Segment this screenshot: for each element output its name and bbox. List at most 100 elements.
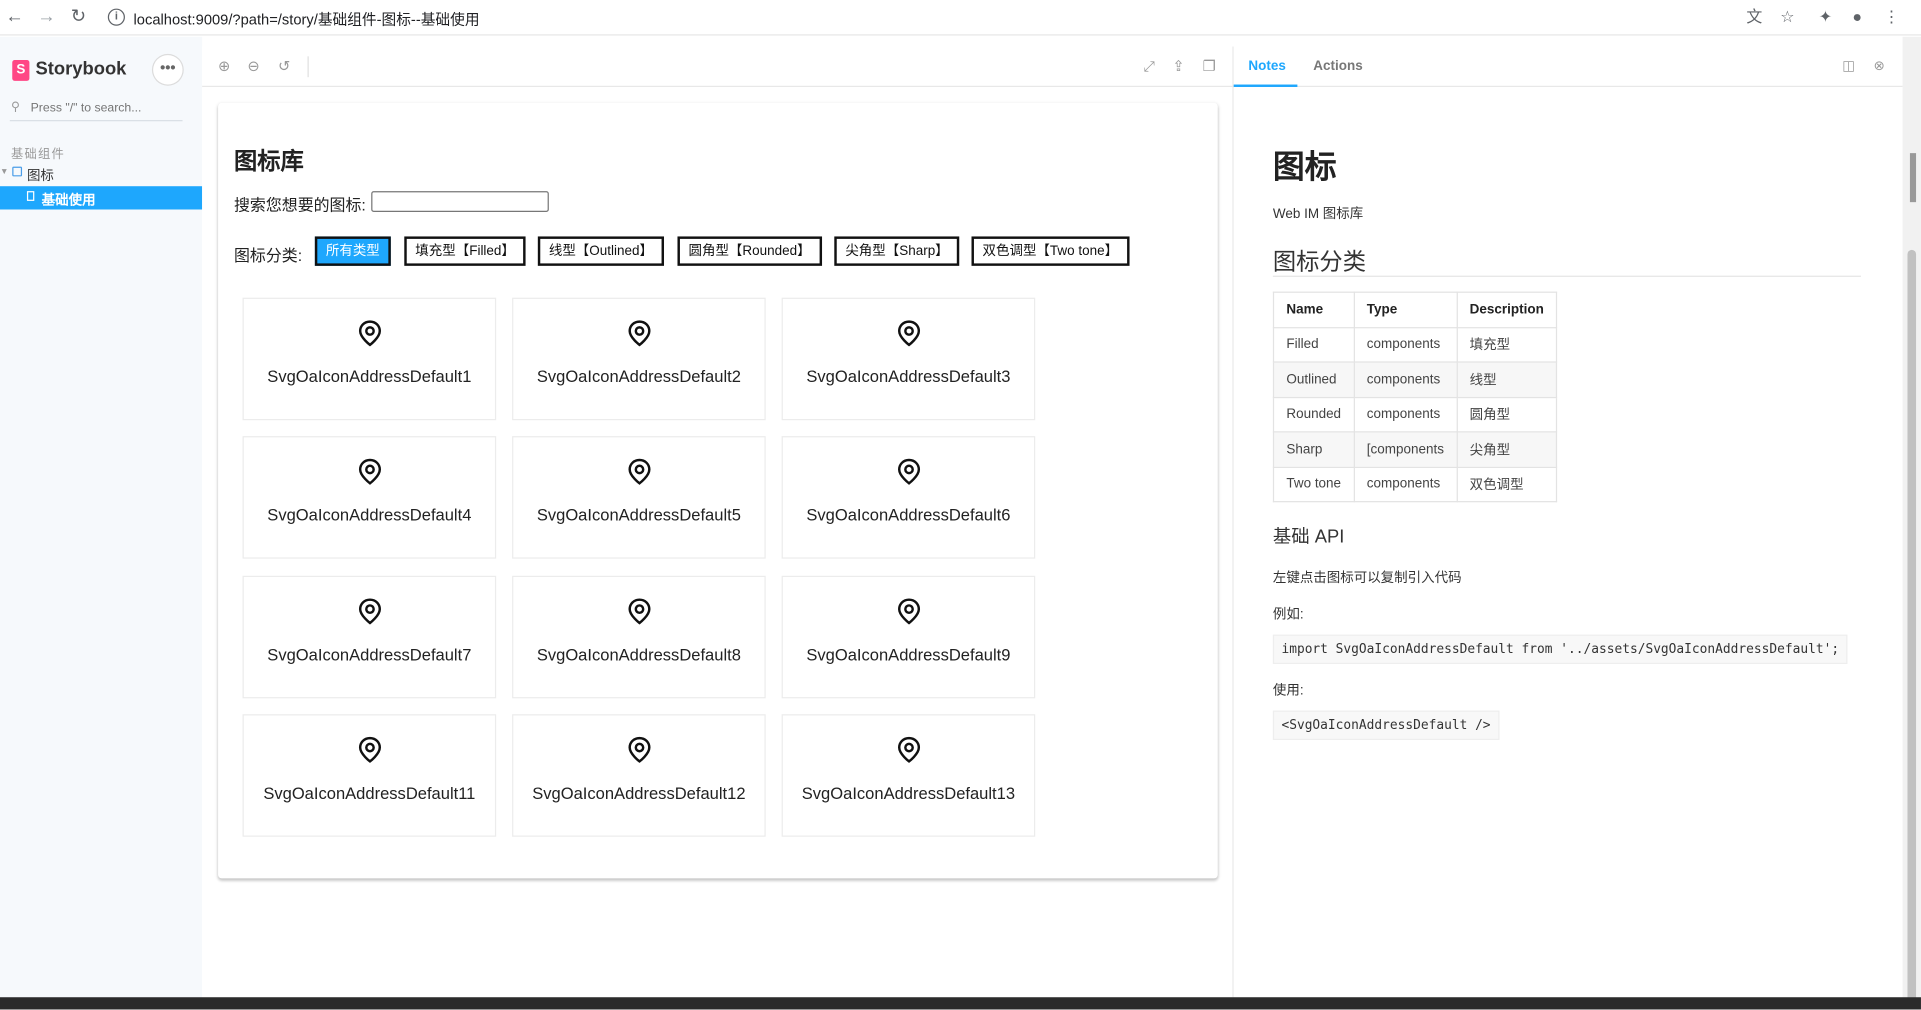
panel-layout-icon[interactable]: ◫ xyxy=(1840,58,1857,75)
sidebar-item-basic-usage[interactable]: 基础使用 xyxy=(0,186,203,210)
share-icon[interactable]: ⇪ xyxy=(1170,58,1187,75)
app-root: ← → ↻ i localhost:9009/?path=/story/基础组件… xyxy=(0,0,1921,1010)
zoom-in-icon[interactable]: ⊕ xyxy=(216,58,233,75)
site-info-icon[interactable]: i xyxy=(107,8,125,26)
zoom-reset-icon[interactable]: ↺ xyxy=(276,58,293,75)
copy-link-icon[interactable]: ❐ xyxy=(1201,58,1218,75)
storybook-sidebar: S Storybook ••• ⚲ 基础组件 ▼ 图标 基础使用 xyxy=(0,36,203,1010)
icon-tile[interactable]: SvgOaIconAddressDefault3 xyxy=(781,297,1036,421)
icon-tile[interactable]: SvgOaIconAddressDefault7 xyxy=(242,575,497,699)
icon-library-card: 图标库 搜索您想要的图标: 图标分类: 所有类型 填充型【Filled】 线型【… xyxy=(218,102,1218,879)
sidebar-group-label: 基础组件 xyxy=(11,148,65,162)
table-row: Outlined components 线型 xyxy=(1272,361,1558,398)
icon-search-input[interactable] xyxy=(371,191,549,212)
category-all-button[interactable]: 所有类型 xyxy=(314,236,391,266)
api-title: 基础 API xyxy=(1272,526,1345,548)
fullscreen-icon[interactable]: ⤢ xyxy=(1141,58,1158,75)
category-label: 图标分类: xyxy=(233,246,303,265)
location-pin-icon xyxy=(628,736,651,763)
usage-code-block: <SvgOaIconAddressDefault /> xyxy=(1272,710,1500,740)
location-pin-icon xyxy=(628,458,651,485)
icon-tile[interactable]: SvgOaIconAddressDefault13 xyxy=(781,714,1036,837)
tab-notes[interactable]: Notes xyxy=(1248,59,1285,74)
close-panel-icon[interactable]: ⊗ xyxy=(1871,58,1888,75)
browser-toolbar: ← → ↻ i localhost:9009/?path=/story/基础组件… xyxy=(0,0,1921,36)
icon-tile[interactable]: SvgOaIconAddressDefault2 xyxy=(512,297,766,421)
table-cell: components xyxy=(1353,466,1458,503)
addon-panel-tabs: Notes Actions ◫ ⊗ xyxy=(1233,46,1903,87)
scrollbar-thumb[interactable] xyxy=(1907,249,1917,1004)
page-scrollbar[interactable] xyxy=(1902,36,1921,1010)
location-pin-icon xyxy=(628,320,651,347)
notes-panel: 图标 Web IM 图标库 图标分类 Name Type Description… xyxy=(1233,88,1903,998)
zoom-out-icon[interactable]: ⊖ xyxy=(245,58,262,75)
category-sharp-button[interactable]: 尖角型【Sharp】 xyxy=(834,236,960,266)
category-filled-button[interactable]: 填充型【Filled】 xyxy=(404,236,526,266)
forward-arrow-icon[interactable]: → xyxy=(37,7,57,27)
icon-tile[interactable]: SvgOaIconAddressDefault11 xyxy=(242,714,497,837)
icon-tile[interactable]: SvgOaIconAddressDefault5 xyxy=(512,436,766,559)
component-icon xyxy=(12,166,23,177)
preview-toolbar: ⊕ ⊖ ↺ ⤢ ⇪ ❐ xyxy=(202,46,1233,87)
icon-tile[interactable]: SvgOaIconAddressDefault4 xyxy=(242,436,497,559)
location-pin-icon xyxy=(358,458,382,485)
page-title: 图标库 xyxy=(233,149,304,176)
sidebar-search[interactable]: ⚲ xyxy=(9,98,183,122)
sidebar-item-icons[interactable]: ▼ 图标 xyxy=(0,162,202,185)
example-label: 例如: xyxy=(1272,607,1304,623)
table-row: Sharp [components 尖角型 xyxy=(1272,431,1558,468)
category-twotone-button[interactable]: 双色调型【Two tone】 xyxy=(971,236,1130,266)
preview-canvas: 图标库 搜索您想要的图标: 图标分类: 所有类型 填充型【Filled】 线型【… xyxy=(202,88,1233,998)
icon-tile[interactable]: SvgOaIconAddressDefault12 xyxy=(512,714,766,837)
table-header: Description xyxy=(1456,291,1558,328)
bookmark-icon xyxy=(26,191,35,201)
toolbar-divider xyxy=(307,56,309,78)
star-icon[interactable]: ☆ xyxy=(1778,7,1798,27)
notes-section-title: 图标分类 xyxy=(1272,249,1367,276)
sidebar-item-label: 基础使用 xyxy=(41,193,96,209)
location-pin-icon xyxy=(897,736,921,763)
brand-title[interactable]: Storybook xyxy=(36,59,127,80)
location-pin-icon xyxy=(897,598,921,625)
import-code-block: import SvgOaIconAddressDefault from '../… xyxy=(1272,634,1848,665)
table-cell: components xyxy=(1353,326,1458,363)
notes-title: 图标 xyxy=(1272,148,1337,185)
icon-name: SvgOaIconAddressDefault6 xyxy=(806,505,1011,525)
sidebar-menu-button[interactable]: ••• xyxy=(153,55,183,85)
icon-name: SvgOaIconAddressDefault7 xyxy=(267,645,472,665)
table-cell: Two tone xyxy=(1272,466,1355,503)
category-outlined-button[interactable]: 线型【Outlined】 xyxy=(537,236,664,266)
section-divider xyxy=(1272,275,1861,277)
table-body: Filled components 填充型 Outlined components 线型 R… xyxy=(1272,326,1558,503)
icon-name: SvgOaIconAddressDefault11 xyxy=(263,784,476,803)
category-rounded-button[interactable]: 圆角型【Rounded】 xyxy=(677,236,822,266)
notes-subtitle: Web IM 图标库 xyxy=(1272,207,1364,222)
icon-tile[interactable]: SvgOaIconAddressDefault6 xyxy=(781,436,1036,559)
location-pin-icon xyxy=(358,598,382,625)
icon-name: SvgOaIconAddressDefault3 xyxy=(806,367,1011,386)
table-row: Rounded components 圆角型 xyxy=(1272,396,1558,433)
more-icon[interactable]: ⋮ xyxy=(1882,7,1902,27)
icon-tile[interactable]: SvgOaIconAddressDefault9 xyxy=(781,575,1036,699)
location-pin-icon xyxy=(897,320,921,347)
reload-icon[interactable]: ↻ xyxy=(69,7,89,27)
table-row: Filled components 填充型 xyxy=(1272,326,1558,363)
icon-tile[interactable]: SvgOaIconAddressDefault8 xyxy=(512,575,766,699)
icon-tile[interactable]: SvgOaIconAddressDefault1 xyxy=(242,297,497,421)
translate-icon[interactable]: 文 xyxy=(1745,7,1765,27)
table-cell: Rounded xyxy=(1272,396,1355,433)
icon-name: SvgOaIconAddressDefault2 xyxy=(536,367,741,386)
table-header: Name xyxy=(1272,291,1355,328)
extensions-icon[interactable]: ✦ xyxy=(1816,7,1836,27)
search-input[interactable] xyxy=(30,101,178,116)
active-tab-indicator xyxy=(1233,84,1298,87)
search-label: 搜索您想要的图标: xyxy=(233,196,366,215)
usage-label: 使用: xyxy=(1272,683,1304,699)
back-arrow-icon[interactable]: ← xyxy=(5,7,25,27)
tab-actions[interactable]: Actions xyxy=(1313,59,1362,74)
profile-icon[interactable]: ● xyxy=(1847,7,1867,27)
table-cell: 圆角型 xyxy=(1456,396,1558,433)
search-icon: ⚲ xyxy=(11,100,21,114)
category-table: Name Type Description Filled components 填充… xyxy=(1272,291,1558,503)
address-bar[interactable]: localhost:9009/?path=/story/基础组件-图标--基础使… xyxy=(134,9,480,30)
